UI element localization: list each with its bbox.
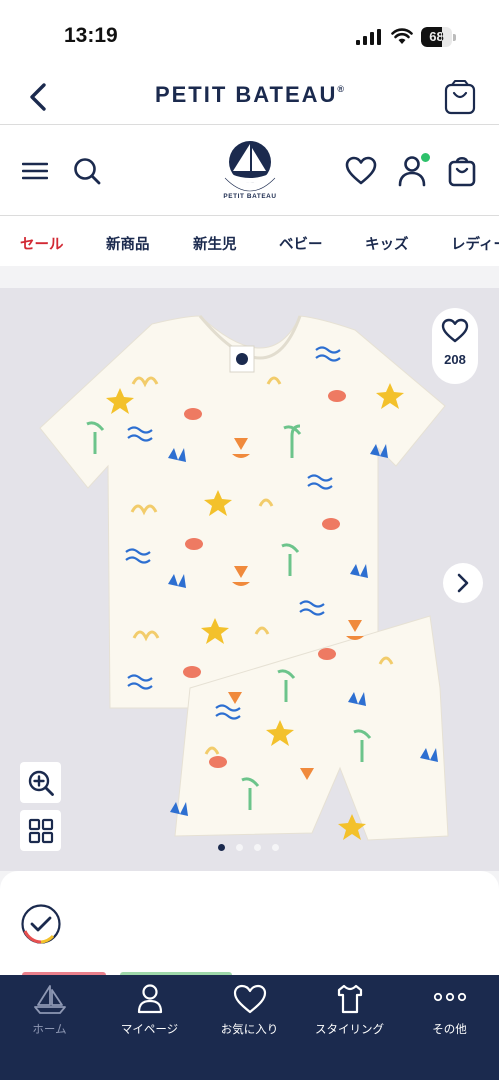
shopping-bag-button[interactable]: [443, 79, 477, 115]
category-new[interactable]: 新商品: [106, 233, 150, 254]
wifi-icon: [391, 28, 413, 44]
tab-mypage[interactable]: マイページ: [100, 975, 199, 1045]
tab-more-label: その他: [432, 1024, 467, 1036]
category-nav: セール 新商品 新生児 ベビー キッズ レディース: [0, 217, 499, 265]
brand-wordmark: PETIT BATEAU®: [0, 82, 499, 108]
favorite-count: 208: [444, 352, 466, 367]
battery-indicator: 68: [421, 27, 457, 47]
brand-name: PETIT BATEAU: [154, 82, 338, 107]
bag-icon: [448, 156, 476, 187]
user-icon: [137, 984, 163, 1014]
tab-favorites[interactable]: お気に入り: [200, 975, 299, 1045]
section-divider: [0, 266, 499, 288]
heart-icon: [233, 984, 267, 1014]
next-image-button[interactable]: [443, 563, 483, 603]
favorites-button[interactable]: [344, 154, 378, 188]
heart-icon: [345, 156, 377, 185]
tshirt-icon: [337, 984, 363, 1014]
notification-dot: [420, 152, 431, 163]
category-sale[interactable]: セール: [20, 233, 64, 254]
category-baby[interactable]: ベビー: [279, 233, 323, 254]
product-image[interactable]: [0, 288, 499, 871]
site-header: PETIT BATEAU: [0, 126, 499, 216]
quality-check-icon: [21, 904, 61, 944]
product-gallery[interactable]: 208: [0, 288, 499, 871]
category-newborn[interactable]: 新生児: [193, 233, 237, 254]
grid-view-button[interactable]: [20, 810, 61, 851]
heart-outline-icon: [441, 318, 469, 343]
top-bar: PETIT BATEAU®: [0, 70, 499, 125]
petit-bateau-logo[interactable]: PETIT BATEAU: [219, 138, 281, 204]
logo-text: PETIT BATEAU: [223, 193, 276, 200]
tab-mypage-label: マイページ: [120, 1024, 179, 1036]
tab-home[interactable]: ホーム: [0, 975, 99, 1045]
carousel-dot[interactable]: [272, 844, 279, 851]
bottom-tab-bar: ホーム マイページ お気に入り スタイリング その他: [0, 975, 499, 1080]
grid-icon: [28, 818, 53, 843]
status-time: 13:19: [64, 24, 118, 47]
chevron-right-icon: [457, 573, 469, 593]
carousel-dot[interactable]: [254, 844, 261, 851]
menu-icon: [22, 162, 48, 180]
battery-level: 68: [429, 29, 444, 44]
category-women[interactable]: レディース: [451, 233, 499, 254]
favorite-counter[interactable]: 208: [432, 308, 478, 384]
signal-icon: [356, 29, 381, 45]
registered-mark: ®: [337, 84, 345, 94]
tab-styling-label: スタイリング: [315, 1024, 384, 1036]
boat-icon: [34, 985, 66, 1014]
tab-favorites-label: お気に入り: [220, 1024, 279, 1036]
cart-button[interactable]: [445, 153, 479, 189]
status-bar: 13:19 68: [0, 0, 499, 70]
search-icon: [74, 158, 101, 185]
shopping-bag-icon: [444, 80, 476, 115]
menu-button[interactable]: [20, 156, 50, 186]
tab-styling[interactable]: スタイリング: [300, 975, 399, 1045]
zoom-button[interactable]: [20, 762, 61, 803]
tab-home-label: ホーム: [32, 1024, 67, 1036]
carousel-dot[interactable]: [236, 844, 243, 851]
info-section: [0, 871, 499, 981]
zoom-in-icon: [28, 770, 54, 796]
carousel-dot[interactable]: [218, 844, 225, 851]
more-icon: [433, 992, 467, 1002]
search-button[interactable]: [70, 154, 104, 188]
tab-more[interactable]: その他: [400, 975, 499, 1045]
category-kids[interactable]: キッズ: [365, 233, 409, 254]
